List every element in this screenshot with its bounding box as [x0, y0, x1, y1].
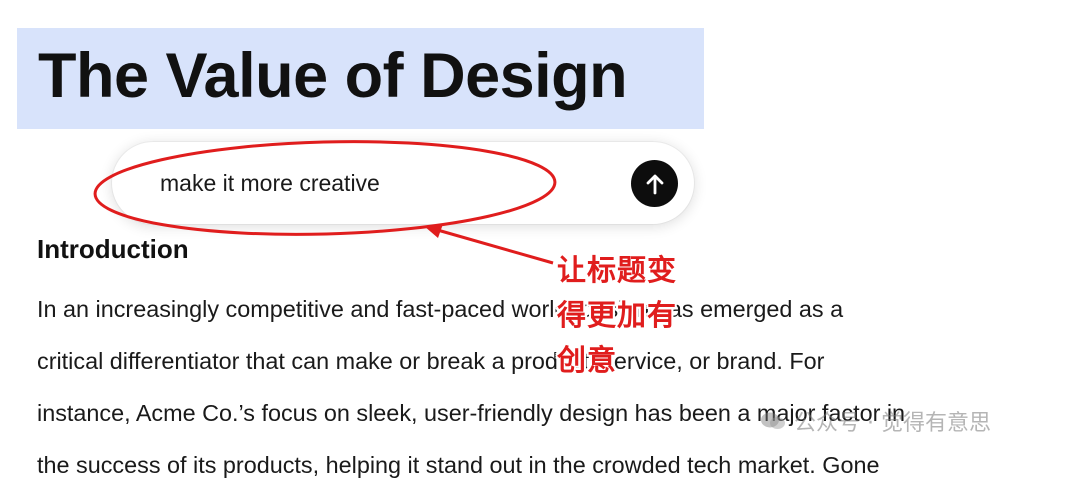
arrow-up-icon — [646, 174, 663, 194]
document-title[interactable]: The Value of Design — [38, 36, 628, 116]
body-line: the success of its products, helping it … — [37, 452, 880, 478]
watermark: 公众号 · 觉得有意思 — [760, 405, 991, 437]
watermark-text: 公众号 · 觉得有意思 — [794, 411, 991, 436]
annotation-line: 创意 — [557, 343, 618, 377]
annotation-arrow-line — [433, 227, 554, 265]
section-heading: Introduction — [37, 234, 189, 264]
annotation-arrow-head — [424, 224, 443, 238]
annotation-line: 得更加有 — [557, 298, 678, 332]
annotation-note: 让标题变 得更加有 创意 — [557, 248, 697, 383]
ai-prompt-box — [112, 142, 694, 224]
prompt-input[interactable] — [160, 166, 580, 200]
wechat-icon — [761, 412, 785, 429]
annotation-line: 让标题变 — [557, 253, 678, 287]
send-button[interactable] — [631, 160, 678, 207]
